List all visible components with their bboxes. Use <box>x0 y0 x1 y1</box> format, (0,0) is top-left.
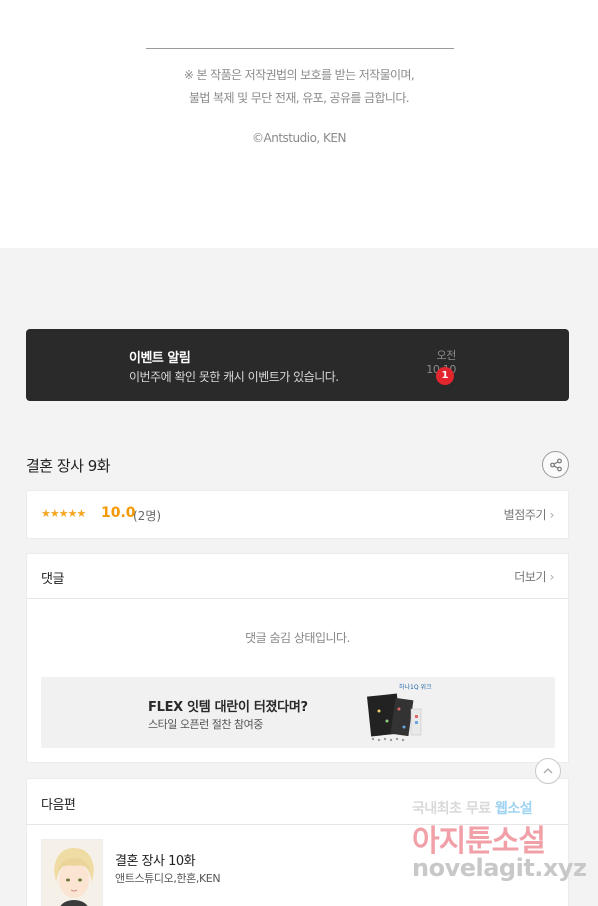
rate-button[interactable]: 별점주기 › <box>503 506 555 523</box>
watermark-line1-b: 웹소설 <box>495 801 533 817</box>
comments-card: 댓글 더보기 › 댓글 숨김 상태입니다. FLEX 잇템 대란이 터졌다며? … <box>26 553 569 763</box>
banner-subtitle: 스타일 오픈런 절찬 참여중 <box>148 718 263 731</box>
copyright-notice-line1: ※ 본 작품은 저작권법의 보호를 받는 저작물이며, <box>183 68 415 82</box>
next-episode-authors: 앤트스튜디오,한혼,KEN <box>115 872 221 885</box>
event-title: 이벤트 알림 <box>129 351 191 366</box>
event-notification[interactable]: 이벤트 알림 이번주에 확인 못한 캐시 이벤트가 있습니다. 오전 10:10… <box>26 329 569 401</box>
watermark: 국내최초 무료 웹소설 아지툰소설 novelagit.xyz <box>410 798 587 888</box>
copyright-notice-line2: 불법 복제 및 무단 전재, 유포, 공유를 금합니다. <box>188 91 410 105</box>
rating-count: (2명) <box>133 509 162 523</box>
next-episode-title[interactable]: 결혼 장사 10화 <box>115 850 196 869</box>
share-button[interactable] <box>542 451 569 478</box>
comments-more-label: 더보기 <box>514 570 547 584</box>
chevron-right-icon: › <box>549 570 555 584</box>
watermark-line1: 국내최초 무료 웹소설 <box>412 798 533 818</box>
rating-score: 10.0 <box>101 505 136 521</box>
comments-hidden-message: 댓글 숨김 상태입니다. <box>245 631 350 645</box>
event-message: 이번주에 확인 못한 캐시 이벤트가 있습니다. <box>129 370 339 384</box>
ad-banner[interactable]: FLEX 잇템 대란이 터졌다며? 스타일 오픈런 절찬 참여중 하나1Q 위크 <box>41 677 555 748</box>
watermark-line1-a: 국내최초 무료 <box>412 801 491 817</box>
copyright-credit: ©Antstudio, KEN <box>252 131 346 145</box>
rating-stars: ★★★★★ <box>41 507 86 520</box>
next-episode-thumbnail[interactable] <box>41 839 103 906</box>
banner-artwork: 하나1Q 위크 <box>366 683 432 742</box>
scroll-top-button[interactable] <box>535 758 561 784</box>
banner-art-label: 하나1Q 위크 <box>399 683 432 691</box>
character-thumbnail-image <box>42 840 102 906</box>
chevron-right-icon: › <box>549 508 555 522</box>
watermark-line3: novelagit.xyz <box>412 854 587 882</box>
event-badge: 1 <box>436 367 454 385</box>
divider <box>146 48 454 49</box>
comments-label: 댓글 <box>41 572 64 587</box>
rate-button-label: 별점주기 <box>503 508 547 522</box>
rating-card: ★★★★★ 10.0 (2명) 별점주기 › <box>26 490 569 539</box>
share-icon <box>549 458 562 471</box>
copyright-section: ※ 본 작품은 저작권법의 보호를 받는 저작물이며, 불법 복제 및 무단 전… <box>0 0 598 248</box>
comments-header: 댓글 더보기 › <box>27 554 568 599</box>
banner-title: FLEX 잇템 대란이 터졌다며? <box>148 700 308 715</box>
comments-more-button[interactable]: 더보기 › <box>514 568 554 585</box>
chevron-up-icon <box>543 768 553 774</box>
next-episode-label: 다음편 <box>41 798 76 813</box>
episode-title: 결혼 장사 9화 <box>26 457 111 475</box>
